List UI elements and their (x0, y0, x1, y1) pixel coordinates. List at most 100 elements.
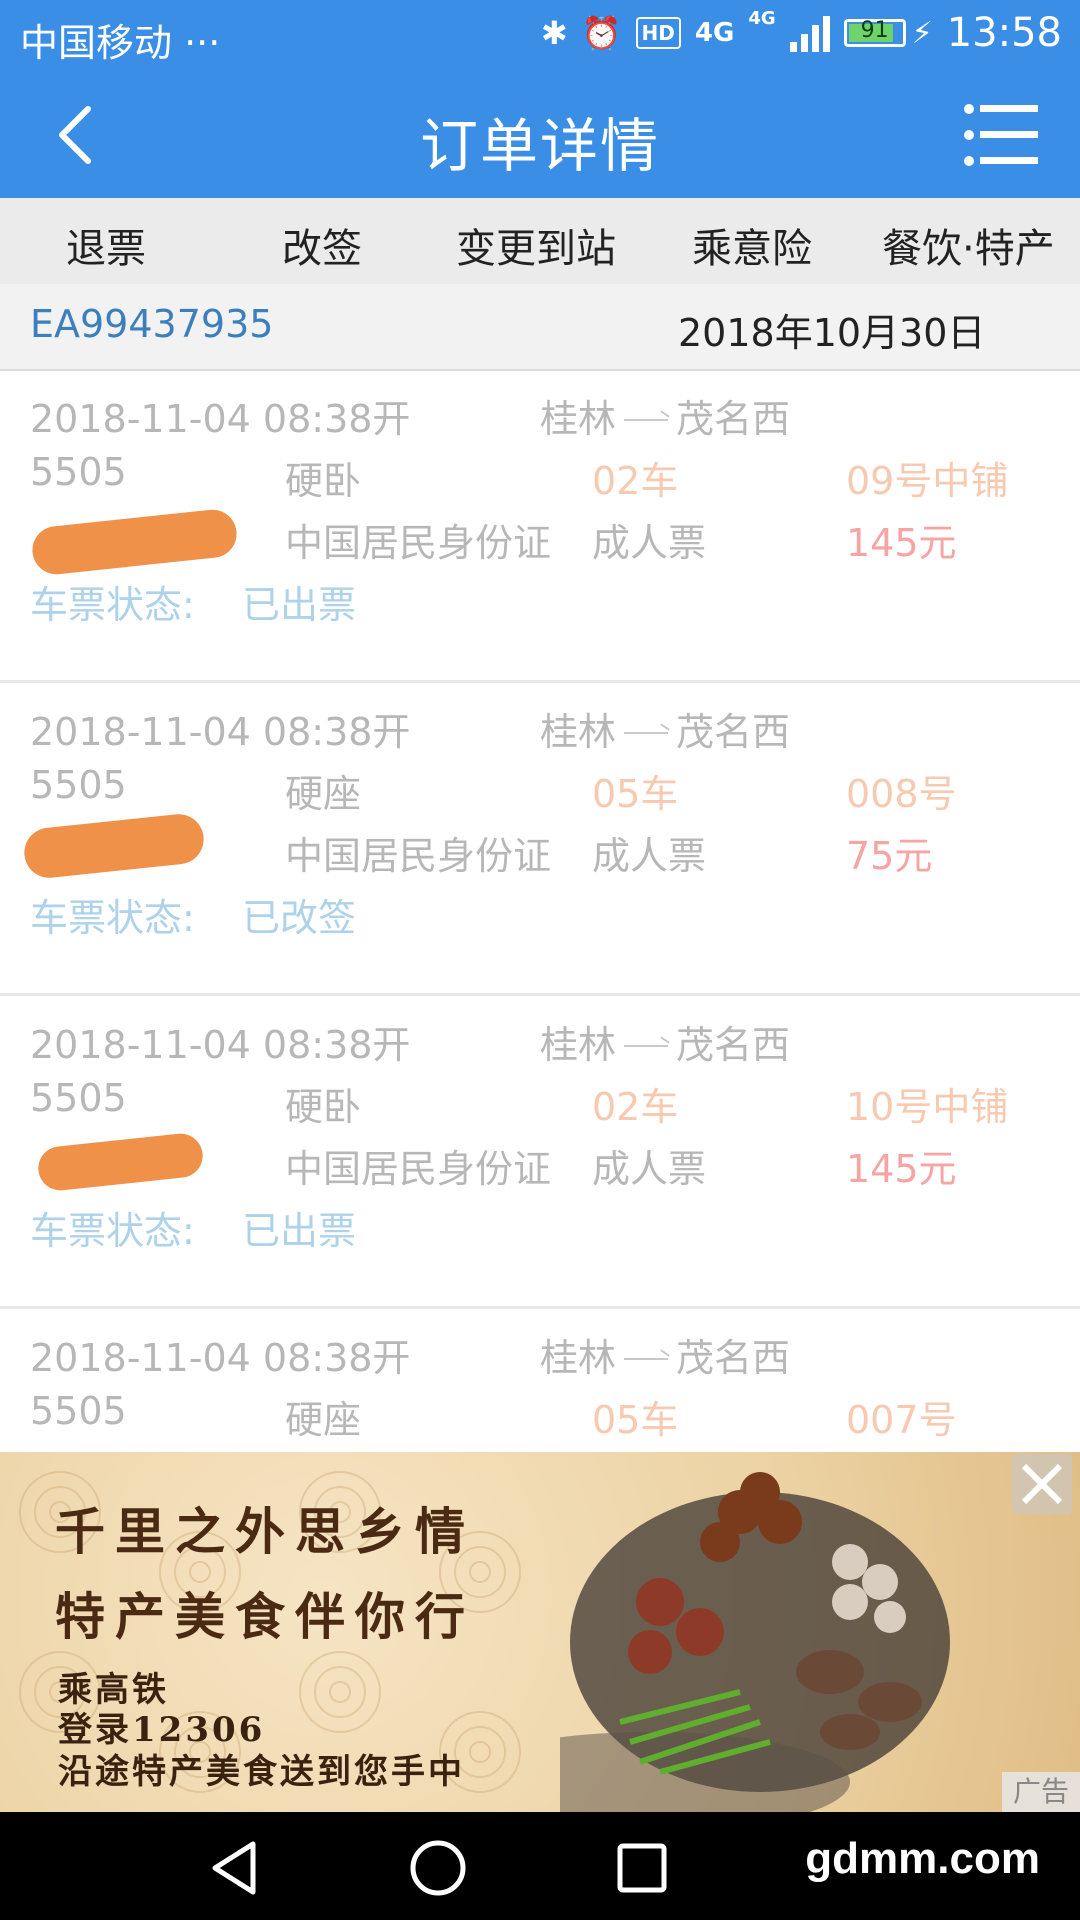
tab-insurance[interactable]: 乘意险 (692, 216, 812, 274)
seat-class: 硬座 (285, 772, 362, 816)
ticket-route: 桂林 茂名西 (540, 701, 790, 756)
bluetooth-icon: ✱ (540, 14, 568, 52)
tab-change-destination[interactable]: 变更到站 (456, 216, 616, 274)
battery-icon: 91 (843, 18, 906, 47)
ticket-price: 145元 (846, 521, 957, 565)
clock: 13:58 (946, 10, 1062, 56)
triangle-back-icon (212, 1841, 256, 1895)
redacted-passenger-name (36, 1131, 205, 1193)
route-from: 桂林 (540, 1023, 617, 1067)
route-from: 桂林 (540, 710, 617, 754)
ticket-route: 桂林 茂名西 (540, 1327, 790, 1382)
charging-icon: ⚡ (911, 15, 933, 51)
hd-badge: HD (635, 17, 681, 49)
title-bar: 订单详情 (0, 75, 1080, 198)
ad-headline-2: 特产美食伴你行 (55, 1587, 475, 1646)
route-from: 桂林 (540, 1336, 617, 1380)
car-number: 05车 (592, 1398, 679, 1442)
seat-class: 硬卧 (285, 459, 362, 503)
route-to: 茂名西 (676, 1023, 791, 1067)
car-number: 02车 (592, 459, 679, 503)
ad-close-button[interactable] (1012, 1454, 1072, 1514)
route-to: 茂名西 (676, 710, 791, 754)
route-arrow-icon (624, 731, 669, 738)
train-number: 5505 (30, 450, 127, 494)
tab-food-specialty[interactable]: 餐饮·特产 (882, 216, 1055, 274)
square-recent-icon (617, 1843, 667, 1893)
alarm-icon: ⏰ (581, 14, 622, 52)
seat-class: 硬座 (285, 1398, 362, 1442)
id-type: 中国居民身份证 (285, 521, 552, 565)
ticket-status: 已出票 (242, 1209, 357, 1253)
ticket-price: 75元 (846, 834, 933, 878)
car-number: 05车 (592, 772, 679, 816)
ad-subtext-3: 沿途特产美食送到您手中 (58, 1752, 465, 1792)
route-arrow-icon (624, 1357, 669, 1364)
ticket-datetime: 2018-11-04 08:38开 (30, 397, 411, 441)
watermark: gdmm.com (805, 1834, 1040, 1883)
system-nav-bar: gdmm.com (0, 1812, 1080, 1920)
order-date: 2018年10月30日 (678, 311, 986, 355)
nav-back-button[interactable] (205, 1838, 265, 1898)
seat-class: 硬卧 (285, 1085, 362, 1129)
page-title: 订单详情 (419, 112, 660, 180)
ticket-datetime: 2018-11-04 08:38开 (30, 1023, 411, 1067)
route-arrow-icon (624, 1044, 669, 1051)
id-type: 中国居民身份证 (285, 834, 552, 878)
nav-home-button[interactable] (408, 1838, 468, 1898)
ticket-item[interactable]: 2018-11-04 08:38开 桂林 茂名西 5505 硬座 05车 008号… (0, 683, 1080, 996)
status-icons: ✱ ⏰ HD 4G 4G 91 ⚡ 13:58 (540, 8, 1062, 57)
route-arrow-icon (624, 418, 669, 425)
ticket-datetime: 2018-11-04 08:38开 (30, 710, 411, 754)
route-from: 桂林 (540, 397, 617, 441)
ticket-status: 已出票 (242, 583, 357, 627)
ad-label: 广告 (1002, 1772, 1080, 1812)
order-header: EA99437935 2018年10月30日 (0, 284, 1080, 371)
ticket-item[interactable]: 2018-11-04 08:38开 桂林 茂名西 5505 硬卧 02车 09号中… (0, 370, 1080, 683)
circle-home-icon (410, 1840, 466, 1896)
redacted-passenger-name (21, 811, 207, 881)
tab-change-ticket[interactable]: 改签 (282, 216, 362, 274)
tab-refund[interactable]: 退票 (66, 216, 146, 274)
seat-number: 10号中铺 (846, 1085, 1009, 1129)
car-number: 02车 (592, 1085, 679, 1129)
route-to: 茂名西 (676, 397, 791, 441)
ticket-type: 成人票 (592, 834, 707, 878)
train-number: 5505 (30, 1389, 127, 1433)
signal-bars-icon (789, 14, 830, 52)
ticket-status-label: 车票状态: (30, 583, 195, 627)
train-number: 5505 (30, 763, 127, 807)
redacted-passenger-name (30, 507, 239, 577)
ticket-item[interactable]: 2018-11-04 08:38开 桂林 茂名西 5505 硬卧 02车 10号中… (0, 996, 1080, 1309)
seat-number: 09号中铺 (846, 459, 1009, 503)
ticket-list: 2018-11-04 08:38开 桂林 茂名西 5505 硬卧 02车 09号中… (0, 370, 1080, 1453)
status-bar: 中国移动 ··· ✱ ⏰ HD 4G 4G 91 ⚡ 13:58 (0, 0, 1080, 75)
ticket-status-label: 车票状态: (30, 896, 195, 940)
menu-button[interactable] (964, 103, 1040, 167)
close-icon (1021, 1463, 1063, 1505)
seat-number: 008号 (846, 772, 957, 816)
action-tabs: 退票 改签 变更到站 乘意险 餐饮·特产 (0, 198, 1080, 284)
nav-recent-button[interactable] (612, 1838, 672, 1898)
ad-banner[interactable]: 千里之外思乡情 特产美食伴你行 乘高铁 登录12306 沿途特产美食送到您手中 … (0, 1452, 1080, 1812)
specialty-food-illustration (560, 1472, 950, 1812)
ticket-route: 桂林 茂名西 (540, 1014, 790, 1069)
battery-level: 91 (860, 18, 889, 43)
train-number: 5505 (30, 1076, 127, 1120)
seat-number: 007号 (846, 1398, 957, 1442)
ticket-route: 桂林 茂名西 (540, 388, 790, 443)
network-4g-small-label: 4G (748, 8, 776, 29)
id-type: 中国居民身份证 (285, 1147, 552, 1191)
ticket-type: 成人票 (592, 521, 707, 565)
ticket-status-label: 车票状态: (30, 1209, 195, 1253)
ticket-price: 145元 (846, 1147, 957, 1191)
ticket-item[interactable]: 2018-11-04 08:38开 桂林 茂名西 5505 硬座 05车 007号 (0, 1309, 1080, 1453)
ad-headline-1: 千里之外思乡情 (55, 1502, 475, 1561)
carrier-label: 中国移动 ··· (20, 21, 221, 65)
route-to: 茂名西 (676, 1336, 791, 1380)
ticket-type: 成人票 (592, 1147, 707, 1191)
ticket-status: 已改签 (242, 896, 357, 940)
menu-icon (964, 104, 1038, 166)
ticket-datetime: 2018-11-04 08:38开 (30, 1336, 411, 1380)
order-number: EA99437935 (30, 302, 274, 346)
